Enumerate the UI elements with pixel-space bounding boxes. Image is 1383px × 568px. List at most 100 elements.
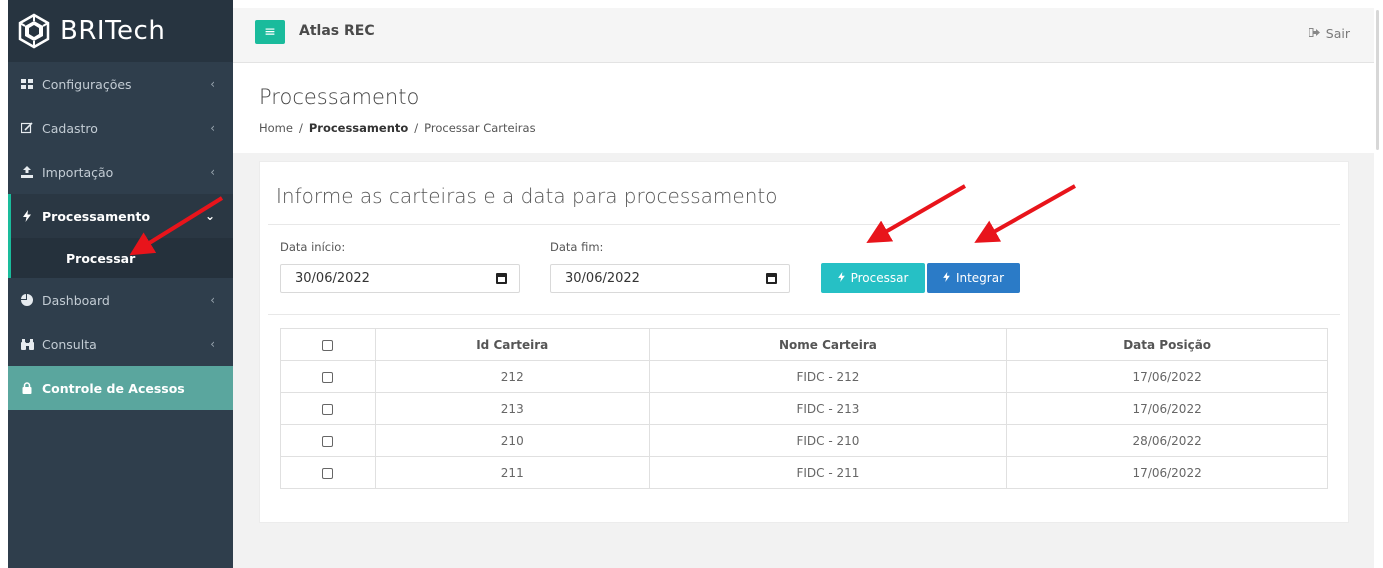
bolt-icon <box>837 271 845 285</box>
bolt-icon <box>943 271 950 285</box>
chevron-left-icon: ‹ <box>210 293 215 307</box>
sidebar-item-label: Importação <box>42 164 114 180</box>
page-header: Processamento Home / Processamento / Process… <box>233 63 1374 153</box>
date-end-value: 30/06/2022 <box>565 271 640 286</box>
chevron-left-icon: ‹ <box>210 121 215 135</box>
calendar-icon[interactable] <box>766 273 777 284</box>
brand[interactable]: BRITech <box>8 0 233 62</box>
date-start-input[interactable]: 30/06/2022 <box>280 264 520 293</box>
row-checkbox-cell[interactable] <box>280 360 376 393</box>
upload-icon <box>20 166 34 178</box>
brand-name: BRITech <box>60 16 166 46</box>
sign-out-icon <box>1308 27 1320 40</box>
date-start-label: Data início: <box>280 240 346 254</box>
sidebar-item-label: Dashboard <box>42 292 110 308</box>
calendar-icon[interactable] <box>496 273 507 284</box>
row-checkbox[interactable] <box>322 467 334 479</box>
sidebar-item-processamento[interactable]: Processamento ⌄ <box>8 194 233 238</box>
cell-nome: FIDC - 211 <box>648 456 1008 489</box>
breadcrumb-home[interactable]: Home <box>259 121 293 135</box>
row-checkbox[interactable] <box>322 371 334 383</box>
date-end-label: Data fim: <box>550 240 604 254</box>
table-row[interactable]: 211 FIDC - 211 17/06/2022 <box>280 456 1328 489</box>
logout-link[interactable]: Sair <box>1308 26 1350 41</box>
row-checkbox[interactable] <box>322 435 334 447</box>
sidebar-item-controle-acessos[interactable]: Controle de Acessos <box>8 366 233 410</box>
carteiras-table: Id Carteira Nome Carteira Data Posição 2… <box>280 328 1328 489</box>
sidebar-item-dashboard[interactable]: Dashboard ‹ <box>8 278 233 322</box>
cell-id: 212 <box>374 360 650 393</box>
cell-id: 211 <box>374 456 650 489</box>
processing-panel: Informe as carteiras e a data para proce… <box>259 161 1349 523</box>
row-checkbox-cell[interactable] <box>280 392 376 425</box>
app-title: Atlas REC <box>299 23 375 39</box>
britech-logo-icon <box>18 13 50 49</box>
cell-nome: FIDC - 212 <box>648 360 1008 393</box>
row-checkbox-cell[interactable] <box>280 424 376 457</box>
pie-chart-icon <box>20 294 34 306</box>
sidebar-item-label: Configurações <box>42 76 132 92</box>
cell-data: 17/06/2022 <box>1006 456 1328 489</box>
sidebar-subitem-processar[interactable]: Processar <box>8 238 233 278</box>
chevron-left-icon: ‹ <box>210 337 215 351</box>
sidebar-item-consulta[interactable]: Consulta ‹ <box>8 322 233 366</box>
sidebar-subitem-label: Processar <box>66 250 136 266</box>
cell-data: 28/06/2022 <box>1006 424 1328 457</box>
panel-title: Informe as carteiras e a data para proce… <box>276 184 778 208</box>
select-all-checkbox[interactable] <box>322 339 334 351</box>
sidebar: BRITech Configurações ‹ Cadastro ‹ Impor… <box>0 0 233 568</box>
column-header-nome[interactable]: Nome Carteira <box>648 328 1008 361</box>
cell-data: 17/06/2022 <box>1006 392 1328 425</box>
table-row[interactable]: 212 FIDC - 212 17/06/2022 <box>280 360 1328 393</box>
table-header-row: Id Carteira Nome Carteira Data Posição <box>280 328 1328 361</box>
top-navbar: ≡ Atlas REC Sair <box>233 8 1374 63</box>
sidebar-item-label: Consulta <box>42 336 97 352</box>
panel-divider <box>268 314 1340 315</box>
integrar-button[interactable]: Integrar <box>927 263 1020 293</box>
sidebar-item-importacao[interactable]: Importação ‹ <box>8 150 233 194</box>
select-all-cell[interactable] <box>280 328 376 361</box>
sidebar-item-cadastro[interactable]: Cadastro ‹ <box>8 106 233 150</box>
breadcrumb-section[interactable]: Processamento <box>309 121 408 135</box>
binoculars-icon <box>20 338 34 350</box>
logout-label: Sair <box>1325 26 1350 41</box>
breadcrumb-separator: / <box>414 121 419 135</box>
breadcrumb-separator: / <box>298 121 303 135</box>
page-title: Processamento <box>259 85 420 109</box>
grid-icon <box>20 78 34 90</box>
breadcrumb-current: Processar Carteiras <box>424 121 536 135</box>
cell-nome: FIDC - 210 <box>648 424 1008 457</box>
row-checkbox[interactable] <box>322 403 334 415</box>
breadcrumb: Home / Processamento / Processar Carteiras <box>259 121 536 135</box>
sidebar-menu: Configurações ‹ Cadastro ‹ Importação ‹ … <box>8 62 233 410</box>
cell-data: 17/06/2022 <box>1006 360 1328 393</box>
column-header-data[interactable]: Data Posição <box>1006 328 1328 361</box>
table-row[interactable]: 210 FIDC - 210 28/06/2022 <box>280 424 1328 457</box>
row-checkbox-cell[interactable] <box>280 456 376 489</box>
processar-button[interactable]: Processar <box>821 263 925 293</box>
sidebar-item-configuracoes[interactable]: Configurações ‹ <box>8 62 233 106</box>
table-row[interactable]: 213 FIDC - 213 17/06/2022 <box>280 392 1328 425</box>
edit-icon <box>20 122 34 134</box>
column-header-id[interactable]: Id Carteira <box>374 328 650 361</box>
chevron-down-icon: ⌄ <box>204 209 215 223</box>
date-end-input[interactable]: 30/06/2022 <box>550 264 790 293</box>
sidebar-item-label: Cadastro <box>42 120 98 136</box>
sidebar-item-label: Processamento <box>42 208 151 224</box>
bolt-icon <box>20 210 34 222</box>
top-strip <box>233 0 1383 8</box>
cell-id: 210 <box>374 424 650 457</box>
panel-divider <box>268 224 1340 225</box>
sidebar-edge <box>0 0 8 568</box>
lock-icon <box>20 382 34 394</box>
chevron-left-icon: ‹ <box>210 77 215 91</box>
cell-id: 213 <box>374 392 650 425</box>
processar-label: Processar <box>850 271 909 285</box>
sidebar-item-label: Controle de Acessos <box>42 380 185 396</box>
scrollbar-thumb[interactable] <box>1376 10 1379 150</box>
integrar-label: Integrar <box>955 271 1005 285</box>
menu-toggle-button[interactable]: ≡ <box>255 20 285 44</box>
cell-nome: FIDC - 213 <box>648 392 1008 425</box>
chevron-left-icon: ‹ <box>210 165 215 179</box>
date-start-value: 30/06/2022 <box>295 271 370 286</box>
